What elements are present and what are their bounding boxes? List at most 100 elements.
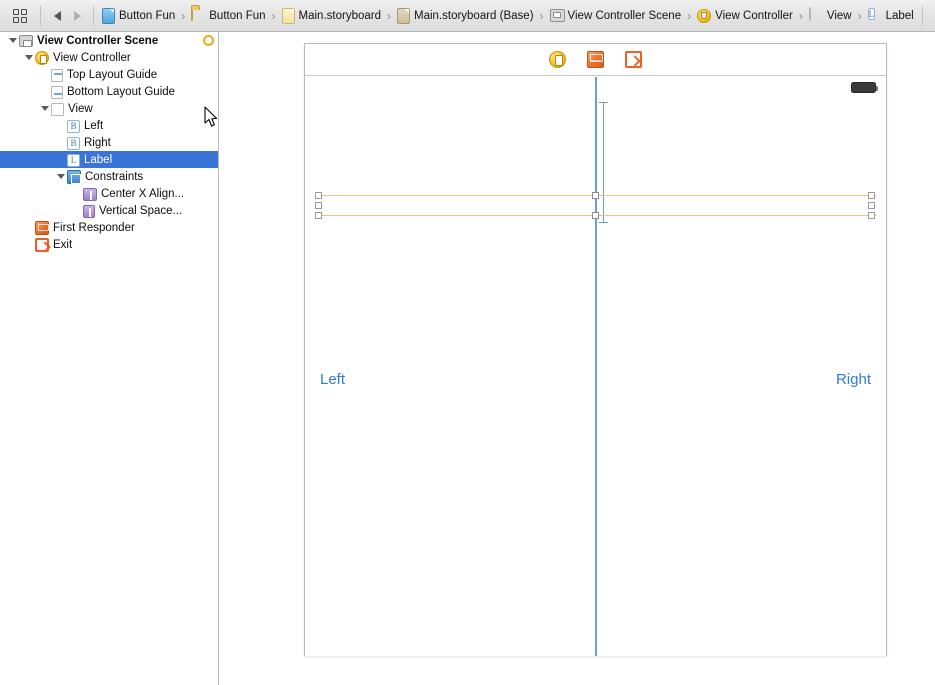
breadcrumb-item-label[interactable]: L Label [866,7,916,25]
jumpbar-divider-3 [921,5,923,26]
outline-row-label: Center X Align... [101,187,185,200]
left-button[interactable]: Left [320,371,345,388]
disclosure-triangle-open[interactable] [54,174,67,179]
folder-icon [191,6,205,24]
breadcrumb-separator: › [798,8,803,23]
breadcrumb-item-project[interactable]: Button Fun [100,7,177,25]
storyboard-base-icon [397,7,410,24]
selection-handle-bottom-center[interactable] [592,212,599,219]
outline-row-label: Bottom Layout Guide [67,85,176,98]
selection-handle-top-right[interactable] [868,192,875,199]
vertical-space-constraint-top-cap [599,102,608,103]
outline-row-label: View Controller Scene [37,34,159,47]
breadcrumb-label: Main.storyboard (Base) [414,9,534,22]
jump-bar: Button Fun › Button Fun › Main.storyboar… [0,0,935,32]
outline-row-vertical-space[interactable]: Vertical Space... [0,202,218,219]
battery-icon [851,81,878,93]
scene-is-initial-indicator[interactable] [203,35,214,46]
project-icon [102,7,115,24]
jumpbar-divider-1 [40,5,41,26]
view-icon [51,102,64,116]
label-icon: L [867,7,882,24]
selection-handle-top-left[interactable] [315,192,322,199]
constraints-icon [67,169,81,184]
breadcrumb-item-storyboard-base[interactable]: Main.storyboard (Base) [395,7,536,25]
vertical-space-constraint-bottom-cap [599,222,608,223]
selection-handle-middle-left[interactable] [315,202,322,209]
breadcrumb-item-scene[interactable]: View Controller Scene [548,7,684,25]
button-icon: B [67,136,80,150]
breadcrumb-separator: › [271,8,276,23]
center-x-align-icon [83,187,97,201]
outline-row-label[interactable]: L Label [0,151,218,168]
outline-row-bottom-layout-guide[interactable]: Bottom Layout Guide [0,83,218,100]
breadcrumb-item-storyboard[interactable]: Main.storyboard [280,7,383,25]
outline-row-label: Right [84,136,111,149]
root-view[interactable]: Left Right [305,77,886,656]
first-responder-icon [35,220,49,235]
outline-row-label: Left [84,119,104,132]
view-controller-dock-icon[interactable] [549,51,566,68]
first-responder-dock-icon[interactable] [587,51,604,68]
outline-row-label: View [68,102,93,115]
breadcrumb-label: Main.storyboard [298,9,381,22]
document-outline[interactable]: View Controller Scene View Controller Top … [0,32,219,685]
mouse-pointer-icon [204,106,218,127]
outline-row-label: First Responder [53,221,135,234]
outline-row-center-x-align[interactable]: Center X Align... [0,185,218,202]
previous-issue-icon[interactable] [929,6,935,26]
outline-row-right[interactable]: B Right [0,134,218,151]
breadcrumb-separator: › [687,8,692,23]
disclosure-triangle-open[interactable] [6,38,19,43]
exit-icon [35,237,49,252]
outline-row-view-controller[interactable]: View Controller [0,49,218,66]
disclosure-triangle-open[interactable] [22,55,35,60]
outline-row-label: Exit [53,238,73,251]
breadcrumb-label: Label [885,9,914,22]
breadcrumb-separator: › [857,8,862,23]
xcode-interface-builder-window: Button Fun › Button Fun › Main.storyboar… [0,0,935,685]
selection-handle-top-center[interactable] [592,192,599,199]
outline-row-label: Constraints [85,170,144,183]
scene-icon [19,35,33,47]
vertical-space-icon [83,204,95,218]
center-x-alignment-constraint-line[interactable] [595,77,597,656]
jumpbar-divider-2 [93,5,94,26]
button-icon: B [67,119,80,133]
outline-row-first-responder[interactable]: First Responder [0,219,218,236]
outline-row-left[interactable]: B Left [0,117,218,134]
related-items-icon[interactable] [10,8,30,24]
label-icon: L [67,153,80,167]
outline-row-label: Label [84,153,113,166]
back-arrow-icon[interactable] [47,6,67,26]
breadcrumb-separator: › [539,8,544,23]
breadcrumb-label: Button Fun [119,9,176,22]
breadcrumb-item-group[interactable]: Button Fun [189,6,267,25]
view-controller-icon [697,8,712,24]
breadcrumb-label: View Controller Scene [567,9,682,22]
selection-handle-middle-right[interactable] [868,202,875,209]
breadcrumb-item-view[interactable]: View [807,6,854,25]
selection-handle-bottom-right[interactable] [868,212,875,219]
selection-handle-bottom-left[interactable] [315,212,322,219]
breadcrumb-separator: › [387,8,391,23]
outline-row-constraints[interactable]: Constraints [0,168,218,185]
right-button[interactable]: Right [836,371,871,388]
view-controller-scene-canvas[interactable]: Left Right [304,43,887,656]
outline-row-view-controller-scene[interactable]: View Controller Scene [0,32,218,49]
view-icon [808,6,823,24]
forward-arrow-icon[interactable] [67,6,87,26]
breadcrumb-item-view-controller[interactable]: View Controller [695,7,795,25]
exit-dock-icon[interactable] [625,51,642,68]
view-controller-icon [35,50,49,65]
scene-icon [549,8,565,24]
outline-row-view[interactable]: View [0,100,218,117]
label-icon-glyph: L [867,7,876,20]
outline-row-exit[interactable]: Exit [0,236,218,253]
vertical-space-constraint-line[interactable] [603,102,604,222]
interface-builder-canvas[interactable]: Left Right [220,32,935,685]
disclosure-triangle-open[interactable] [38,106,51,111]
scene-dock [305,44,886,76]
outline-row-top-layout-guide[interactable]: Top Layout Guide [0,66,218,83]
outline-row-label: View Controller [53,51,131,64]
